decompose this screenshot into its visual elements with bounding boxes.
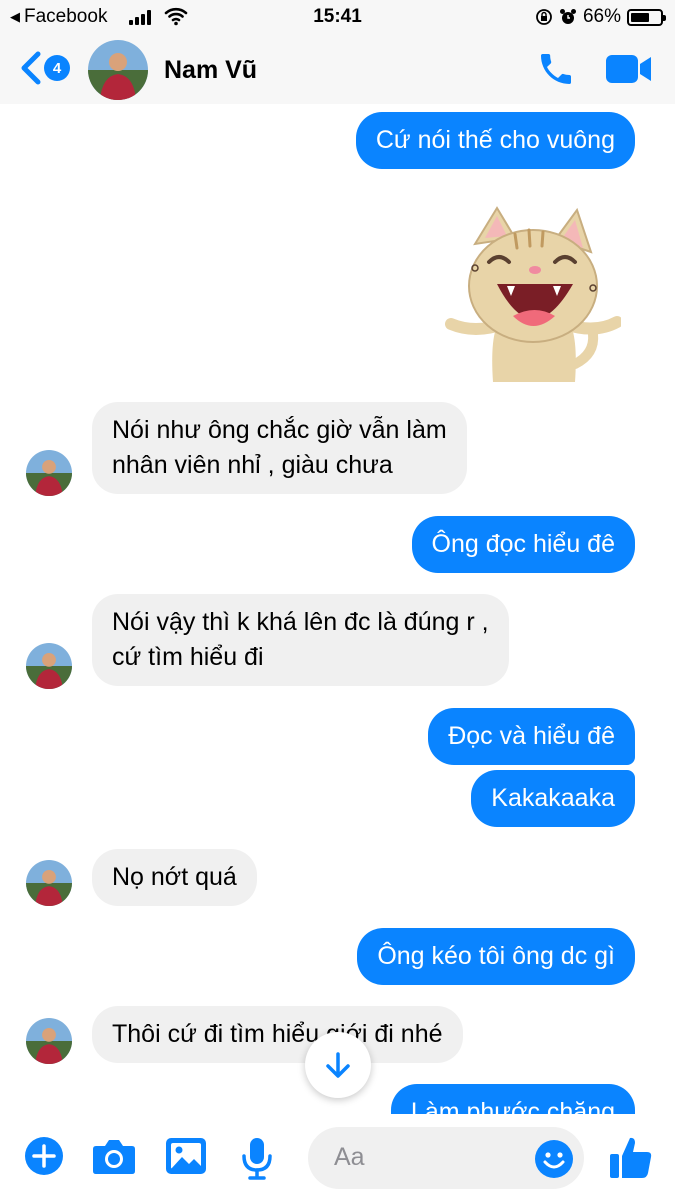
outgoing-message[interactable]: Cứ nói thế cho vuông bbox=[355, 112, 635, 169]
battery-level-fill bbox=[631, 12, 650, 22]
outgoing-message[interactable]: Kakakaaka bbox=[471, 770, 635, 827]
outgoing-message[interactable]: Làm phước chăng bbox=[390, 1084, 635, 1114]
outgoing-message[interactable]: Ông kéo tôi ông dc gì bbox=[357, 928, 635, 985]
contact-avatar-small[interactable] bbox=[26, 860, 72, 906]
message-line: Nói như ông chắc giờ vẫn làm bbox=[112, 416, 447, 444]
conversation-header: 4 Nam Vũ bbox=[0, 36, 675, 104]
scroll-to-bottom-button[interactable] bbox=[305, 1032, 371, 1098]
status-bar: ◀ Facebook 15:41 66% bbox=[0, 0, 675, 36]
microphone-icon[interactable] bbox=[240, 1136, 274, 1180]
camera-icon[interactable] bbox=[92, 1136, 136, 1176]
video-call-icon[interactable] bbox=[605, 52, 653, 86]
message-list[interactable]: Cứ nói thế cho vuông Nói như ông chắc gi… bbox=[0, 104, 675, 1114]
photo-icon[interactable] bbox=[165, 1136, 207, 1176]
incoming-message[interactable]: Nói vậy thì k khá lên đc là đúng r , cứ … bbox=[92, 594, 509, 686]
chevron-left-icon bbox=[21, 51, 41, 85]
message-input[interactable]: Aa bbox=[308, 1127, 584, 1189]
thumbs-up-icon[interactable] bbox=[608, 1134, 654, 1180]
message-line: nhân viên nhỉ , giàu chưa bbox=[112, 451, 393, 479]
message-line: cứ tìm hiểu đi bbox=[112, 643, 264, 671]
outgoing-message[interactable]: Đọc và hiểu đê bbox=[428, 708, 635, 765]
battery-icon bbox=[627, 8, 666, 26]
outgoing-message[interactable]: Ông đọc hiểu đê bbox=[411, 516, 635, 573]
contact-avatar-small[interactable] bbox=[26, 1018, 72, 1064]
emoji-icon[interactable] bbox=[534, 1139, 574, 1179]
arrow-down-icon bbox=[326, 1052, 350, 1078]
alarm-icon bbox=[559, 9, 576, 24]
incoming-message[interactable]: Thôi cứ đi tìm hiểu giới đi nhé bbox=[92, 1006, 463, 1063]
contact-name[interactable]: Nam Vũ bbox=[164, 56, 257, 85]
message-composer: Aa bbox=[0, 1114, 675, 1200]
plus-icon[interactable] bbox=[24, 1136, 64, 1176]
phone-icon[interactable] bbox=[536, 49, 576, 89]
rotation-lock-icon bbox=[536, 9, 552, 25]
incoming-message[interactable]: Nói như ông chắc giờ vẫn làm nhân viên n… bbox=[92, 402, 467, 494]
contact-avatar[interactable] bbox=[88, 40, 148, 100]
incoming-message[interactable]: Nọ nớt quá bbox=[92, 849, 257, 906]
message-line: Nói vậy thì k khá lên đc là đúng r , bbox=[112, 608, 489, 636]
back-button[interactable]: 4 bbox=[18, 50, 70, 86]
message-input-placeholder: Aa bbox=[334, 1143, 365, 1171]
battery-percent: 66% bbox=[582, 6, 621, 27]
contact-avatar-small[interactable] bbox=[26, 643, 72, 689]
laughing-cat-sticker[interactable] bbox=[445, 204, 621, 384]
contact-avatar-small[interactable] bbox=[26, 450, 72, 496]
unread-count-badge: 4 bbox=[44, 55, 70, 81]
